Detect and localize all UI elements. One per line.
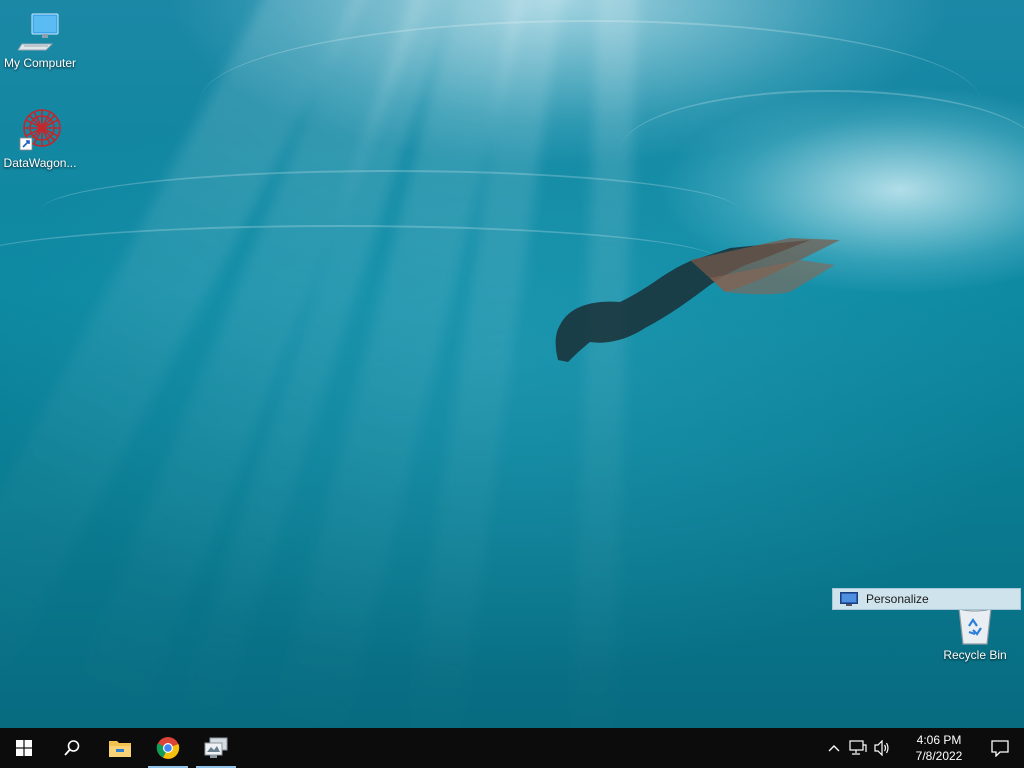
action-center-button[interactable] xyxy=(976,728,1024,768)
volume-button[interactable] xyxy=(870,728,894,768)
desktop-icon-datawagon[interactable]: DataWagon... xyxy=(0,106,80,170)
wave-line xyxy=(620,90,1024,212)
desktop-icon-my-computer[interactable]: My Computer xyxy=(0,10,80,70)
search-button[interactable] xyxy=(48,728,96,768)
personalize-label: Personalize xyxy=(866,592,929,606)
desktop-icon-label: DataWagon... xyxy=(3,156,77,170)
chrome-icon xyxy=(156,737,180,759)
system-tray: 4:06 PM 7/8/2022 xyxy=(822,728,1024,768)
remote-desktop-icon xyxy=(204,737,228,758)
chevron-up-icon xyxy=(828,745,840,752)
desktop-icon-label: Recycle Bin xyxy=(943,648,1007,662)
network-button[interactable] xyxy=(846,728,870,768)
action-center-icon xyxy=(991,740,1009,757)
computer-icon xyxy=(18,13,59,51)
personalize-icon xyxy=(840,592,858,606)
desktop-wallpaper[interactable] xyxy=(0,0,1024,728)
clock[interactable]: 4:06 PM 7/8/2022 xyxy=(902,732,976,764)
desktop-icon-label: My Computer xyxy=(3,56,77,70)
file-explorer-button[interactable] xyxy=(96,728,144,768)
datawagon-icon xyxy=(19,109,61,151)
search-icon xyxy=(64,740,80,756)
remote-desktop-button[interactable] xyxy=(192,728,240,768)
clock-date: 7/8/2022 xyxy=(915,749,963,763)
file-explorer-icon xyxy=(109,741,131,757)
chrome-button[interactable] xyxy=(144,728,192,768)
start-button[interactable] xyxy=(0,728,48,768)
show-hidden-icons-button[interactable] xyxy=(822,728,846,768)
personalize-menu-item[interactable]: Personalize xyxy=(832,588,1021,610)
clock-time: 4:06 PM xyxy=(916,733,962,747)
windows-start-icon xyxy=(16,740,32,756)
volume-icon xyxy=(874,740,889,756)
desktop-icon-recycle-bin[interactable]: Recycle Bin xyxy=(935,602,1015,662)
network-icon xyxy=(849,740,867,755)
taskbar: 4:06 PM 7/8/2022 xyxy=(0,728,1024,768)
swimmer-image xyxy=(555,238,840,362)
